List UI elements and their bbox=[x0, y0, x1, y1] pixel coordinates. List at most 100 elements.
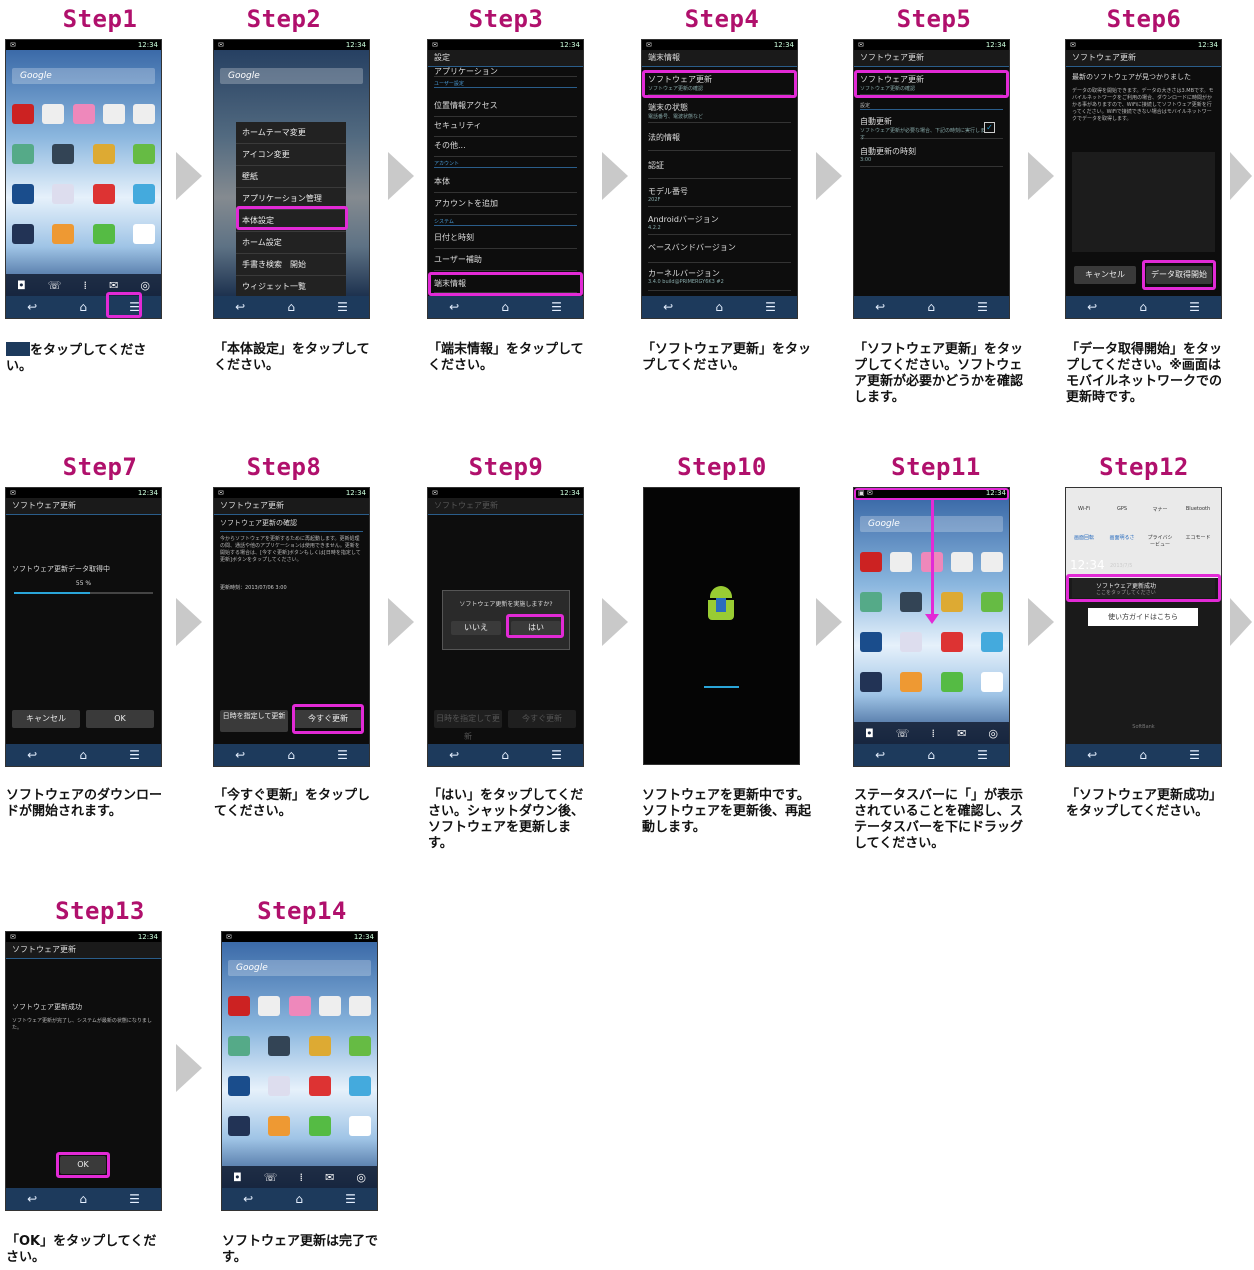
info-item: Androidバージョン 4.2.2 bbox=[648, 214, 791, 235]
nav-bar[interactable]: ↩ ⌂ ☰ bbox=[428, 744, 583, 766]
nav-bar[interactable]: ↩ ⌂ ☰ bbox=[222, 1188, 377, 1210]
cancel-button[interactable]: キャンセル bbox=[12, 710, 80, 728]
app-row[interactable] bbox=[12, 224, 155, 248]
next-arrow bbox=[816, 152, 842, 200]
cancel-button[interactable]: キャンセル bbox=[1074, 266, 1136, 284]
tile-bluetooth[interactable]: Bluetooth bbox=[1184, 506, 1212, 524]
status-bar: ✉ 12:34 bbox=[428, 488, 583, 498]
carrier-label: SoftBank bbox=[1132, 724, 1155, 730]
guide-button[interactable]: 使い方ガイドはこちら bbox=[1088, 608, 1198, 626]
no-button[interactable]: いいえ bbox=[451, 621, 501, 635]
ok-button[interactable]: OK bbox=[86, 710, 154, 728]
app-row[interactable] bbox=[860, 672, 1003, 696]
tile-wifi[interactable]: Wi-Fi bbox=[1070, 506, 1098, 524]
home-wallpaper bbox=[222, 942, 377, 1188]
highlight-menu-key bbox=[106, 292, 142, 318]
phone-screen: ✉ 12:34 ソフトウェア更新 ソフトウェア更新成功 ソフトウェア更新が完了し、… bbox=[6, 932, 161, 1210]
update-now-button: 今すぐ更新 bbox=[508, 710, 576, 728]
schedule-update-button[interactable]: 日時を指定して更新 bbox=[220, 710, 288, 732]
status-bar: ✉ 12:34 bbox=[6, 932, 161, 942]
menu-item[interactable]: ウィジェット一覧 bbox=[236, 276, 346, 298]
nav-bar[interactable]: ↩ ⌂ ☰ bbox=[214, 744, 369, 766]
auto-update-toggle[interactable]: 自動更新 ソフトウェア更新が必要な場合、下記の時刻に実行します bbox=[860, 116, 1003, 141]
google-search-bar[interactable]: Google bbox=[12, 68, 155, 84]
info-item[interactable]: 認証 bbox=[648, 160, 791, 179]
tile-brightness[interactable]: 画面明るさ bbox=[1108, 534, 1136, 552]
checkbox-icon[interactable]: ✓ bbox=[984, 122, 995, 133]
highlight-software-update bbox=[642, 70, 797, 98]
google-search-bar: Google bbox=[220, 68, 363, 84]
step-caption: 「本体設定」をタップしてください。 bbox=[214, 342, 370, 373]
highlight-main-settings bbox=[236, 206, 348, 230]
step-title: Step3 bbox=[468, 5, 544, 33]
nav-bar[interactable]: ↩ ⌂ ☰ bbox=[6, 744, 161, 766]
settings-item[interactable]: アプリケーション bbox=[434, 66, 577, 77]
nav-bar[interactable]: ↩ ⌂ ☰ bbox=[854, 296, 1009, 318]
tile-manner[interactable]: マナー bbox=[1146, 506, 1174, 524]
tile-eco[interactable]: エコモード bbox=[1184, 534, 1212, 552]
app-row[interactable] bbox=[12, 184, 155, 208]
menu-item[interactable]: ホーム設定 bbox=[236, 232, 346, 254]
dialog-body: データの取得を開始できます。データの大きさは3.MBです。モバイルネットワークを… bbox=[1072, 88, 1214, 122]
nav-bar[interactable]: ↩ ⌂ ☰ bbox=[214, 296, 369, 318]
info-item[interactable]: 端末の状態 電話番号、電波状態など bbox=[648, 102, 791, 123]
download-label: ソフトウェア更新データ取得中 bbox=[12, 565, 110, 573]
menu-item[interactable]: ホームテーマ変更 bbox=[236, 122, 346, 144]
auto-update-time[interactable]: 自動更新の時刻 3:00 bbox=[860, 146, 1003, 167]
menu-item[interactable]: 壁紙 bbox=[236, 166, 346, 188]
app-row[interactable] bbox=[228, 1076, 371, 1100]
status-bar: ✉ 12:34 bbox=[854, 40, 1009, 50]
nav-bar[interactable]: ↩ ⌂ ☰ bbox=[642, 296, 797, 318]
phone-screen: ✉ 12:34 設定 アプリケーション ユーザー設定 位置情報アクセス セキュリテ… bbox=[428, 40, 583, 318]
app-bar: ソフトウェア更新 bbox=[1066, 50, 1221, 67]
dock[interactable]: ◘ ☏ ⁞ ✉ ◎ bbox=[222, 1166, 377, 1188]
settings-item[interactable]: ユーザー補助 bbox=[434, 254, 577, 271]
phone-screen bbox=[644, 488, 799, 764]
google-search-bar[interactable]: Google bbox=[228, 960, 371, 976]
nav-bar[interactable]: ↩ ⌂ ☰ bbox=[1066, 744, 1221, 766]
settings-item[interactable]: 本体 bbox=[434, 176, 577, 193]
app-row[interactable] bbox=[228, 1116, 371, 1140]
highlight-update-now bbox=[292, 704, 364, 734]
phone-screen: ✉ 12:34 ソフトウェア更新 日時を指定して更新 今すぐ更新 ソフトウェア更新… bbox=[428, 488, 583, 766]
dock[interactable]: ◘ ☏ ⁞ ✉ ◎ bbox=[854, 722, 1009, 744]
next-arrow bbox=[816, 598, 842, 646]
app-row[interactable] bbox=[860, 632, 1003, 656]
step-title: Step4 bbox=[684, 5, 760, 33]
step-caption: ソフトウェアのダウンロードが開始されます。 bbox=[6, 788, 163, 819]
nav-bar[interactable]: ↩ ⌂ ☰ bbox=[6, 1188, 161, 1210]
app-row[interactable] bbox=[12, 144, 155, 168]
progress-fill bbox=[14, 592, 91, 594]
update-progress-bar bbox=[704, 686, 739, 688]
step-caption: 「ソフトウェア更新」をタップしてください。ソフトウェア更新が必要かどうかを確認し… bbox=[854, 342, 1024, 405]
step-title: Step11 bbox=[891, 453, 981, 481]
tile-gps[interactable]: GPS bbox=[1108, 506, 1136, 524]
settings-item[interactable]: 日付と時刻 bbox=[434, 232, 577, 249]
menu-item[interactable]: アイコン変更 bbox=[236, 144, 346, 166]
phone-screen: ✉ 12:34 ソフトウェア更新 ソフトウェア更新 ソフトウェア更新の確認 設定 自… bbox=[854, 40, 1009, 318]
tile-rotation[interactable]: 画面回転 bbox=[1070, 534, 1098, 552]
widget-row bbox=[12, 104, 155, 128]
settings-item[interactable]: 位置情報アクセス bbox=[434, 100, 577, 117]
step-caption: 「ソフトウェア更新成功」をタップしてください。 bbox=[1066, 788, 1223, 819]
body-panel bbox=[1072, 152, 1215, 252]
nav-bar[interactable]: ↩ ⌂ ☰ bbox=[1066, 296, 1221, 318]
settings-item[interactable]: セキュリティ bbox=[434, 120, 577, 137]
home-icon: ⌂ bbox=[79, 300, 87, 314]
step-caption: 「端末情報」をタップしてください。 bbox=[428, 342, 584, 373]
widget-row bbox=[228, 996, 371, 1020]
menu-item[interactable]: 手書き検索 開始 bbox=[236, 254, 346, 276]
info-item[interactable]: 法的情報 bbox=[648, 132, 791, 151]
phone-screen: ✉ 12:34 Google ◘ ☏ ⁞ ✉ ◎ ↩ ⌂ ☰ bbox=[222, 932, 377, 1210]
step-title: Step12 bbox=[1099, 453, 1189, 481]
step-caption: 「今すぐ更新」をタップしてください。 bbox=[214, 788, 371, 819]
tile-privacy[interactable]: プライバシービュー bbox=[1146, 534, 1174, 552]
step-caption: 「OK」をタップしてください。 bbox=[6, 1234, 157, 1265]
nav-bar[interactable]: ↩ ⌂ ☰ bbox=[428, 296, 583, 318]
date: 2013/7/5 bbox=[1110, 563, 1133, 569]
settings-item[interactable]: その他... bbox=[434, 140, 577, 157]
settings-item[interactable]: アカウントを追加 bbox=[434, 198, 577, 215]
app-row[interactable] bbox=[228, 1036, 371, 1060]
step-caption: 「はい」をタップしてください。シャットダウン後、ソフトウェアを更新します。 bbox=[428, 788, 585, 851]
nav-bar[interactable]: ↩ ⌂ ☰ bbox=[854, 744, 1009, 766]
